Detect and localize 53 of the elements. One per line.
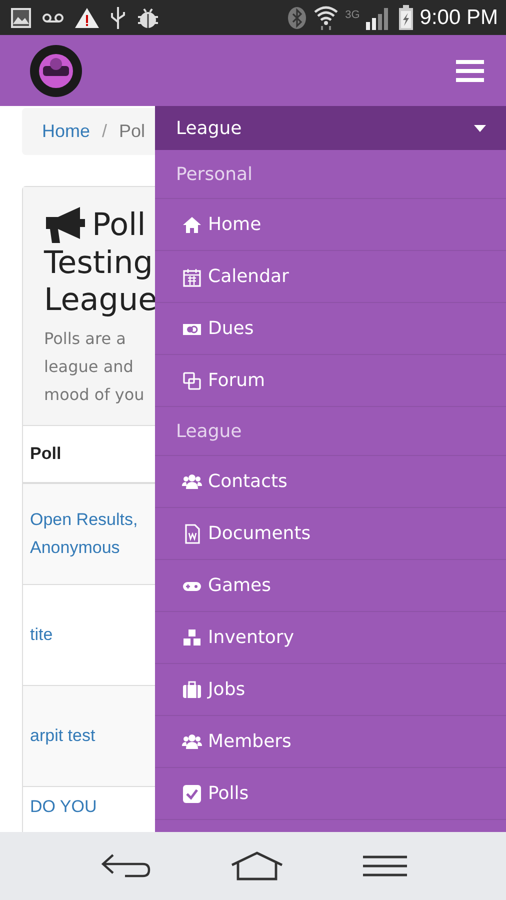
page-title: Poll (92, 206, 146, 244)
description-text: Polls are a (44, 328, 126, 350)
poll-link[interactable]: arpit test (30, 722, 148, 750)
menu-icon[interactable] (456, 58, 484, 82)
megaphone-icon (44, 205, 88, 245)
drawer-item[interactable]: Calendar (155, 251, 506, 303)
breadcrumb-link[interactable]: Pol (119, 121, 146, 142)
chat-icon (182, 370, 202, 390)
drawer-item[interactable]: Polls (155, 768, 506, 820)
drawer-item[interactable]: Contacts (155, 456, 506, 508)
bug-icon (136, 6, 160, 28)
drawer-item[interactable]: Members (155, 716, 506, 768)
poll-link[interactable]: Open Results, Anonymous (30, 506, 148, 562)
home-icon[interactable] (230, 851, 284, 881)
section-label: Personal (155, 150, 506, 199)
page-title: Testing (44, 245, 153, 282)
document-icon (182, 524, 202, 544)
usb-icon (110, 6, 126, 30)
back-icon[interactable] (99, 852, 152, 880)
drawer-item[interactable]: Jobs (155, 664, 506, 716)
people-icon (182, 472, 202, 492)
drawer-item[interactable]: Home (155, 199, 506, 251)
briefcase-icon (182, 680, 202, 700)
drawer-item[interactable]: Dues (155, 303, 506, 355)
battery-charging-icon (398, 4, 414, 30)
checkbox-icon (182, 784, 202, 804)
breadcrumb-link[interactable]: Home (42, 121, 90, 142)
drawer-item[interactable]: Forum (155, 355, 506, 407)
description-text: league and (44, 356, 134, 378)
page-title: League (44, 282, 158, 319)
drawer-header[interactable]: League (155, 106, 506, 150)
wifi-icon (313, 4, 340, 30)
home-icon (182, 214, 202, 234)
drawer-item[interactable]: Games (155, 560, 506, 612)
logo-icon[interactable] (29, 44, 83, 98)
bluetooth-icon (287, 6, 308, 30)
breadcrumb-separator: / (102, 121, 108, 142)
section-label: League (155, 407, 506, 456)
menu-icon[interactable] (362, 855, 407, 877)
warning-icon (74, 6, 100, 28)
voicemail-icon (42, 12, 64, 24)
calendar-icon (182, 266, 202, 286)
drawer-item[interactable]: Inventory (155, 612, 506, 664)
people-icon (182, 732, 202, 752)
column-header: Poll (30, 444, 62, 464)
poll-link[interactable]: tite (30, 621, 148, 649)
status-time: 9:00 PM (420, 6, 498, 30)
drawer-item[interactable]: Documents (155, 508, 506, 560)
cubes-icon (182, 628, 202, 648)
picture-icon (10, 6, 32, 28)
network-type: 3G (345, 8, 360, 20)
description-text: mood of you (44, 384, 144, 406)
poll-link[interactable]: DO YOU (30, 793, 148, 821)
